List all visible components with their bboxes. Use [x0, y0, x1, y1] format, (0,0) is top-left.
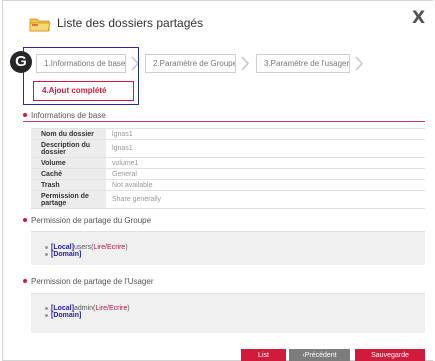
permission-principal: users — [73, 244, 92, 251]
bullet-icon — [45, 245, 48, 249]
row-label: Caché — [31, 168, 106, 180]
permission-principal: admin — [73, 305, 94, 312]
row-label: Nom du dossier — [31, 128, 106, 140]
close-icon[interactable]: X — [412, 8, 425, 28]
shared-folders-dialog: Liste des dossiers partagés X 1.Informat… — [2, 0, 433, 361]
table-row: Permission de partage Share generally — [31, 190, 425, 209]
previous-button[interactable]: ‹Précédent — [289, 349, 350, 361]
chevron-right-icon — [240, 56, 250, 71]
step-group-settings[interactable]: 2.Paramètre de Groupe — [145, 54, 236, 73]
row-label: Trash — [31, 179, 106, 191]
bullet-icon — [45, 313, 48, 317]
step-user-settings[interactable]: 3.Paramètre de l'usager — [256, 54, 350, 73]
permission-scope: [Domain] — [51, 251, 82, 258]
row-value: General — [106, 168, 425, 180]
section-title: Permission de partage du Groupe — [31, 216, 152, 225]
section-user-permission: Permission de partage de l'Usager — [23, 277, 153, 286]
row-value: lgnas1 — [106, 139, 425, 158]
user-permission-box: [Local]admin(Lire/Ecrire) [Domain] — [31, 293, 425, 333]
callout-badge: G — [10, 51, 32, 73]
list-item: [Local]users(Lire/Ecrire) — [45, 244, 128, 251]
bullet-icon — [45, 252, 48, 256]
save-button[interactable]: Sauvegarde — [355, 349, 425, 361]
list-button[interactable]: List — [241, 349, 286, 361]
chevron-right-icon — [354, 56, 364, 71]
paren-close: ) — [125, 244, 128, 251]
row-value: volume1 — [106, 157, 425, 169]
section-basic-info: Informations de base — [23, 111, 106, 120]
dialog-title-bar: Liste des dossiers partagés X — [3, 1, 434, 41]
bullet-icon — [23, 278, 27, 283]
paren-close: ) — [127, 305, 130, 312]
basic-info-table: Nom du dossier lgnas1 Description du dos… — [31, 128, 425, 209]
row-value: Share generally — [106, 190, 425, 209]
row-label: Permission de partage — [31, 190, 106, 209]
section-divider — [23, 121, 425, 122]
table-row: Nom du dossier lgnas1 — [31, 128, 425, 140]
section-title: Permission de partage de l'Usager — [31, 277, 154, 286]
list-item: [Domain] — [45, 251, 81, 258]
permission-scope: [Local] — [51, 244, 74, 251]
row-label: Volume — [31, 157, 106, 169]
row-value: lgnas1 — [106, 128, 425, 140]
group-permission-box: [Local]users(Lire/Ecrire) [Domain] — [31, 231, 425, 265]
table-row: Volume volume1 — [31, 157, 425, 169]
row-value: Not available — [106, 179, 425, 191]
table-row: Description du dossier lgnas1 — [31, 139, 425, 158]
list-item: [Domain] — [45, 312, 81, 319]
bullet-icon — [45, 306, 48, 310]
shared-folder-icon — [29, 15, 51, 33]
permission-scope: [Domain] — [51, 312, 82, 319]
table-row: Trash Not available — [31, 179, 425, 191]
permission-rights: Lire/Ecrire — [93, 244, 126, 251]
permission-rights: Lire/Ecrire — [95, 305, 128, 312]
list-item: [Local]admin(Lire/Ecrire) — [45, 305, 130, 312]
permission-scope: [Local] — [51, 305, 74, 312]
section-group-permission: Permission de partage du Groupe — [23, 216, 151, 225]
table-row: Caché General — [31, 168, 425, 180]
bullet-icon — [23, 217, 27, 222]
section-title: Informations de base — [31, 111, 106, 120]
dialog-title: Liste des dossiers partagés — [57, 16, 204, 30]
step-add-complete: 4.Ajout complété — [33, 81, 134, 101]
row-label: Description du dossier — [31, 139, 106, 158]
bullet-icon — [23, 112, 27, 117]
